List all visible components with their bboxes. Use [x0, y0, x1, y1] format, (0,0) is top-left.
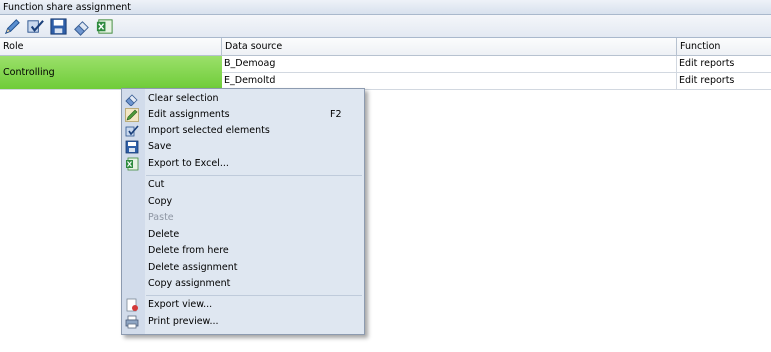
menu-item-label: Export to Excel...	[148, 158, 229, 169]
menu-item-label: Edit assignments	[148, 109, 230, 120]
menu-item-label: Delete from here	[148, 245, 229, 256]
menu-item-label: Clear selection	[148, 93, 219, 104]
menu-item-cut[interactable]: Cut	[122, 177, 364, 193]
menu-item-label: Export view...	[148, 299, 213, 310]
menu-item-clear-selection[interactable]: Clear selection	[122, 91, 364, 107]
menu-item-label: Copy	[148, 196, 173, 207]
menu-item-label: Import selected elements	[148, 125, 270, 136]
import-button[interactable]	[25, 16, 46, 37]
menu-item-save[interactable]: Save	[122, 139, 364, 155]
menu-item-label: Delete	[148, 229, 180, 240]
import-check-icon	[27, 19, 44, 33]
data-source-cell[interactable]: B_Demoag	[222, 56, 677, 73]
save-icon	[125, 140, 139, 154]
column-header-data-source[interactable]: Data source	[222, 38, 677, 56]
menu-item-paste: Paste	[122, 210, 364, 226]
context-menu: Clear selection Edit assignments F2 Impo…	[121, 88, 365, 335]
function-cell[interactable]: Edit reports	[677, 56, 771, 73]
pencil-icon	[125, 108, 139, 122]
menu-item-copy-assignment[interactable]: Copy assignment	[122, 276, 364, 292]
edit-button[interactable]	[2, 16, 23, 37]
menu-item-label: Save	[148, 141, 172, 152]
import-icon	[125, 125, 139, 137]
toolbar	[0, 15, 771, 38]
menu-item-import-selected[interactable]: Import selected elements	[122, 123, 364, 139]
menu-item-delete[interactable]: Delete	[122, 227, 364, 243]
excel-export-button[interactable]	[94, 16, 115, 37]
edit-pencil-icon	[4, 18, 20, 34]
menu-item-print-preview[interactable]: Print preview...	[122, 314, 364, 330]
menu-item-copy[interactable]: Copy	[122, 194, 364, 210]
export-view-icon	[126, 298, 138, 312]
excel-export-icon	[96, 18, 113, 34]
window-title: Function share assignment	[0, 0, 771, 15]
menu-item-label: Delete assignment	[148, 262, 238, 273]
printer-icon	[125, 315, 139, 329]
menu-item-delete-assignment[interactable]: Delete assignment	[122, 260, 364, 276]
menu-item-label: Print preview...	[148, 316, 219, 327]
menu-separator	[146, 175, 362, 176]
excel-icon	[126, 157, 139, 171]
menu-item-delete-from-here[interactable]: Delete from here	[122, 243, 364, 259]
column-header-function[interactable]: Function	[677, 38, 771, 56]
menu-item-export-view[interactable]: Export view...	[122, 297, 364, 313]
save-floppy-icon	[50, 17, 67, 35]
clear-button[interactable]	[71, 16, 92, 37]
eraser-icon	[125, 94, 138, 106]
shortcut-label: F2	[330, 109, 342, 120]
column-header-role[interactable]: Role	[0, 38, 222, 56]
menu-item-export-excel[interactable]: Export to Excel...	[122, 156, 364, 172]
menu-separator	[146, 295, 362, 296]
function-cell[interactable]: Edit reports	[677, 73, 771, 90]
menu-item-label: Cut	[148, 179, 165, 190]
menu-item-label: Paste	[148, 212, 174, 223]
menu-item-edit-assignments[interactable]: Edit assignments F2	[122, 107, 364, 123]
menu-item-label: Copy assignment	[148, 278, 231, 289]
save-button[interactable]	[48, 16, 69, 37]
role-cell[interactable]: Controlling	[0, 56, 222, 90]
eraser-icon	[74, 20, 89, 36]
